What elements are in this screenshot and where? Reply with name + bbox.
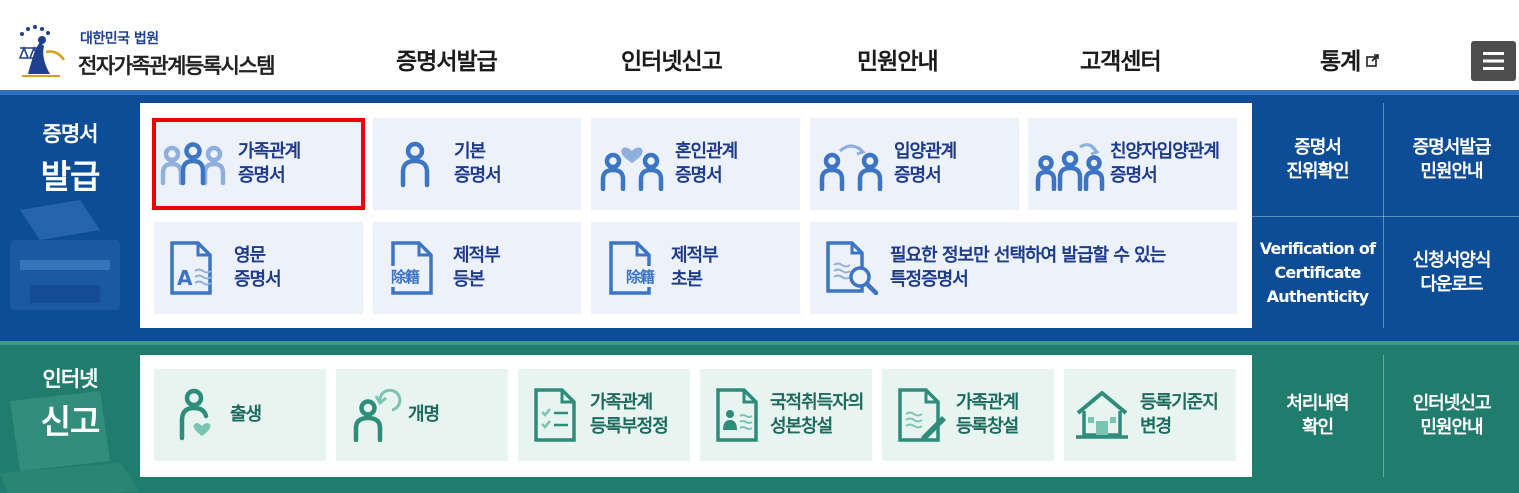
card-label: 가족관계 등록부정정	[590, 392, 669, 437]
card-label: 제적부 등본	[453, 245, 501, 290]
card-basic-certificate[interactable]: 기본 증명서	[373, 118, 581, 210]
hamburger-icon	[1483, 52, 1504, 70]
court-emblem-icon	[18, 25, 66, 77]
link-process-history[interactable]: 처리내역 확인	[1252, 355, 1383, 477]
report-title-line2: 신고	[40, 402, 101, 441]
card-label: 가족관계 등록창설	[956, 392, 1019, 437]
full-adoption-icon	[1035, 143, 1105, 191]
card-register-correction[interactable]: 가족관계 등록부정정	[518, 369, 690, 461]
house-icon	[1076, 391, 1128, 439]
nav-customer-center[interactable]: 고객센터	[1080, 42, 1162, 76]
card-register-creation[interactable]: 가족관계 등록창설	[882, 369, 1054, 461]
card-english-certificate[interactable]: A 영문 증명서	[154, 222, 363, 314]
card-rename-report[interactable]: 개명	[336, 369, 508, 461]
card-birth-report[interactable]: 출생	[154, 369, 326, 461]
svg-text:A: A	[177, 266, 193, 290]
internet-report-section-title: 인터넷 신고	[0, 363, 140, 443]
nav-civil-guide[interactable]: 민원안내	[857, 42, 939, 76]
link-form-download[interactable]: 신청서양식 다운로드	[1384, 217, 1519, 328]
nav-statistics-label: 통계	[1320, 49, 1361, 75]
removed-register-glyph: 除籍	[625, 266, 655, 287]
card-label: 필요한 정보만 선택하여 발급할 수 있는 특정증명서	[890, 245, 1166, 290]
english-document-icon: A	[170, 241, 212, 295]
card-specific-certificate[interactable]: 필요한 정보만 선택하여 발급할 수 있는 특정증명서	[810, 222, 1237, 314]
nav-internet-report[interactable]: 인터넷신고	[621, 42, 723, 76]
report-title-line1: 인터넷	[42, 367, 99, 391]
adoption-icon	[819, 144, 883, 191]
logo-title: 전자가족관계등록시스템	[78, 54, 276, 78]
site-header: 대한민국 법원 전자가족관계등록시스템 증명서발급 인터넷신고 민원안내 고객센…	[0, 0, 1519, 90]
card-label: 제적부 초본	[671, 245, 719, 290]
couple-heart-icon	[600, 147, 664, 191]
rename-icon	[353, 388, 402, 442]
card-adoption-certificate[interactable]: 입양관계 증명서	[810, 118, 1019, 210]
card-removed-register-copy[interactable]: 除籍 제적부 등본	[373, 222, 581, 314]
removed-register-glyph: 除籍	[390, 266, 420, 287]
card-removed-register-extract[interactable]: 除籍 제적부 초본	[591, 222, 800, 314]
card-label: 등록기준지 변경	[1140, 392, 1219, 437]
document-search-icon	[826, 241, 879, 295]
certificate-section-title: 증명서 발급	[0, 118, 140, 198]
site-logo[interactable]: 대한민국 법원 전자가족관계등록시스템	[14, 24, 284, 80]
card-label: 출생	[230, 404, 262, 425]
menu-button[interactable]	[1471, 41, 1516, 81]
card-label: 개명	[408, 404, 440, 425]
card-label: 입양관계 증명서	[894, 141, 957, 186]
person-icon	[400, 141, 430, 188]
link-certificate-verify[interactable]: 증명서 진위확인	[1252, 103, 1383, 216]
nav-certificate[interactable]: 증명서발급	[396, 42, 498, 76]
naturalization-document-icon	[716, 388, 758, 442]
card-label: 영문 증명서	[234, 245, 282, 290]
card-registry-base-change[interactable]: 등록기준지 변경	[1064, 369, 1236, 461]
printer-illustration-icon	[10, 200, 120, 310]
card-naturalization-surname[interactable]: 국적취득자의 성본창설	[700, 369, 872, 461]
document-pen-icon	[898, 388, 946, 442]
certificate-title-line1: 증명서	[42, 122, 99, 146]
nav-statistics[interactable]: 통계	[1320, 42, 1380, 76]
logo-subtitle: 대한민국 법원	[80, 31, 159, 47]
link-certificate-guide[interactable]: 증명서발급 민원안내	[1384, 103, 1519, 216]
card-label: 기본 증명서	[454, 141, 502, 186]
card-label: 혼인관계 증명서	[675, 141, 738, 186]
card-marriage-certificate[interactable]: 혼인관계 증명서	[591, 118, 800, 210]
card-label: 친양자입양관계 증명서	[1110, 141, 1220, 186]
card-label: 국적취득자의 성본창설	[770, 392, 864, 437]
checklist-document-icon	[534, 388, 576, 442]
certificate-title-line2: 발급	[40, 157, 101, 196]
external-link-icon	[1366, 54, 1380, 67]
birth-icon	[179, 388, 211, 441]
link-report-guide[interactable]: 인터넷신고 민원안내	[1384, 355, 1519, 477]
selection-highlight	[152, 118, 365, 210]
card-full-adoption-certificate[interactable]: 친양자입양관계 증명서	[1028, 118, 1237, 210]
link-verification-authenticity[interactable]: Verification of Certificate Authenticity	[1252, 217, 1383, 328]
